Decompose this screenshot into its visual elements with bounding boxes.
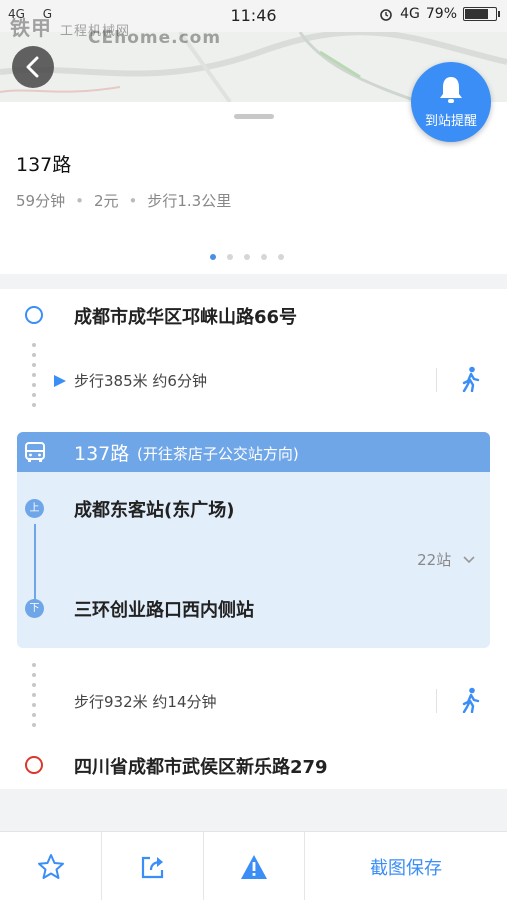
meta-separator: • <box>128 191 138 210</box>
walk-segment-1: 步行385米 约6分钟 <box>74 372 207 390</box>
star-icon <box>37 853 64 879</box>
meta-separator: • <box>75 191 84 210</box>
route-title: 137路 <box>16 154 72 176</box>
route-pager[interactable] <box>210 254 284 260</box>
screenshot-save-label: 截图保存 <box>370 857 442 879</box>
arrival-alert-label: 到站提醒 <box>424 114 477 129</box>
bus-stop-line <box>34 524 36 602</box>
alarm-icon <box>380 9 392 21</box>
watermark-domain: CEhome.com <box>88 28 222 48</box>
bus-line-name: 137路 <box>74 443 130 465</box>
divider <box>436 689 437 713</box>
status-right: 4G 79% <box>378 6 500 22</box>
bus-segment-header: 137路 (开往茶店子公交站方向) <box>17 432 490 472</box>
origin-marker-icon <box>25 306 43 324</box>
alight-stop-name: 三环创业路口西内侧站 <box>74 600 254 621</box>
pager-dot[interactable] <box>210 254 216 260</box>
walk-dotted-line <box>32 663 36 733</box>
pager-dot[interactable] <box>261 254 267 260</box>
pager-dot[interactable] <box>227 254 233 260</box>
battery-fill <box>465 9 488 19</box>
watermark-brand: 铁甲 <box>10 16 52 40</box>
destination-name: 四川省成都市武侯区新乐路279 <box>74 757 328 778</box>
pager-dot[interactable] <box>278 254 284 260</box>
bottom-toolbar: 截图保存 <box>0 831 507 900</box>
navigation-arrow-icon <box>54 375 66 387</box>
screenshot-save-button[interactable]: 截图保存 <box>305 832 507 900</box>
bus-direction: (开往茶店子公交站方向) <box>137 445 299 463</box>
route-detail-card: 成都市成华区邛崃山路66号 步行385米 约6分钟 137路 (开往茶店子公交站… <box>0 289 507 789</box>
route-fare: 2元 <box>93 192 119 210</box>
bus-icon <box>25 442 45 462</box>
report-button[interactable] <box>204 832 304 900</box>
destination-marker-icon <box>25 756 43 774</box>
board-marker-icon: 上 <box>25 499 44 518</box>
warning-icon <box>241 854 267 879</box>
route-duration: 59分钟 <box>16 192 66 210</box>
chevron-down-icon <box>463 556 475 564</box>
alight-marker-icon: 下 <box>25 599 44 618</box>
stops-count: 22站 <box>417 551 452 569</box>
origin-name: 成都市成华区邛崃山路66号 <box>74 307 298 328</box>
spacer <box>0 790 507 830</box>
pager-dot[interactable] <box>244 254 250 260</box>
watermark-logo: 铁甲 工程机械网 CEhome.com <box>10 12 220 48</box>
share-button[interactable] <box>102 832 203 900</box>
battery-percent: 79% <box>425 6 457 22</box>
chevron-left-icon <box>26 56 39 78</box>
divider <box>436 368 437 392</box>
stops-count-toggle[interactable]: 22站 <box>417 549 476 570</box>
route-meta: 59分钟 • 2元 • 步行1.3公里 <box>16 190 231 211</box>
walk-dotted-line <box>32 343 36 413</box>
favorite-button[interactable] <box>0 832 101 900</box>
route-walk-distance: 步行1.3公里 <box>147 192 232 210</box>
walk-segment-2: 步行932米 约14分钟 <box>74 693 217 711</box>
bus-segment[interactable]: 137路 (开往茶店子公交站方向) 上 下 成都东客站(东广场) 22站 三环创… <box>17 432 490 648</box>
arrival-alert-button[interactable]: 到站提醒 <box>411 62 491 142</box>
board-stop-name: 成都东客站(东广场) <box>74 500 235 521</box>
walking-person-icon[interactable] <box>460 366 482 396</box>
share-icon <box>141 856 163 878</box>
drag-handle[interactable] <box>234 114 274 119</box>
walking-person-icon[interactable] <box>460 687 482 717</box>
bell-icon <box>440 77 462 103</box>
back-button[interactable] <box>12 46 54 88</box>
battery-icon <box>463 7 500 21</box>
network-type-right: 4G <box>400 6 420 22</box>
